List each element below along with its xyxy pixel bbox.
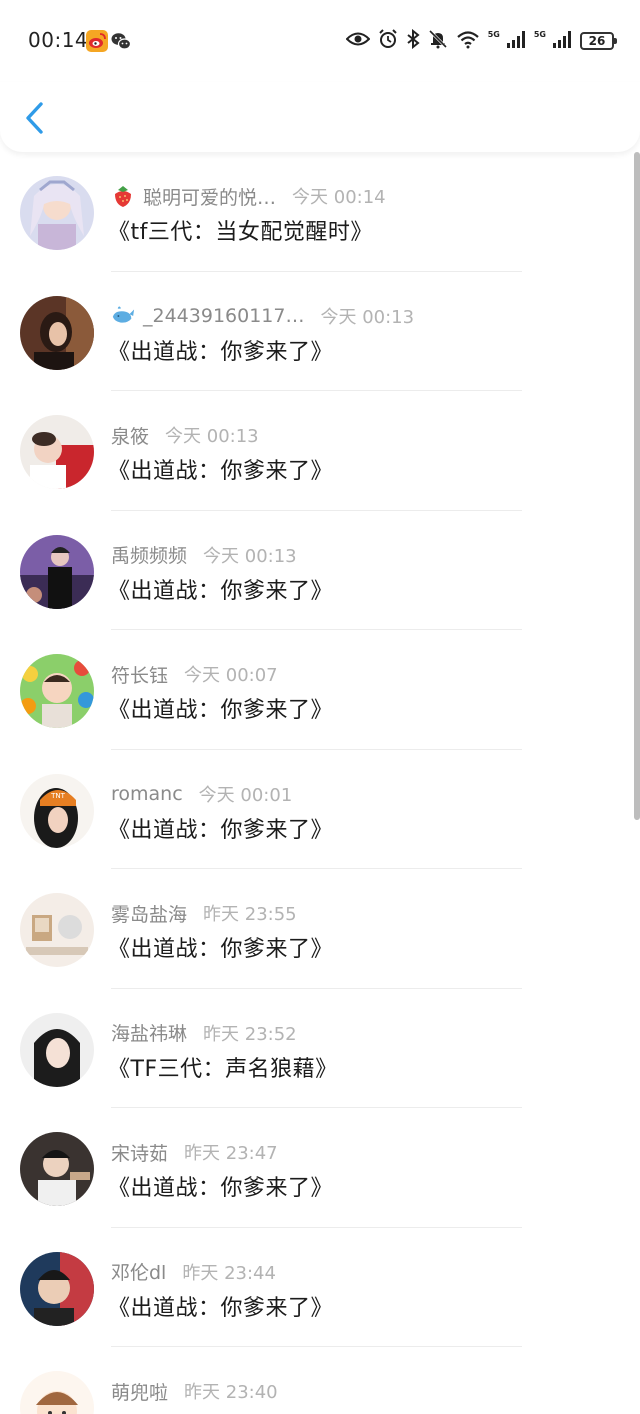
chevron-left-icon (26, 102, 43, 134)
item-meta: 符长钰 今天 00:07 (111, 659, 278, 689)
battery-level: 26 (588, 34, 606, 48)
timestamp: 今天 00:13 (203, 545, 297, 567)
item-meta: 宋诗茹 昨天 23:47 (111, 1137, 278, 1167)
avatar[interactable] (20, 415, 94, 489)
item-meta: 泉筱 今天 00:13 (111, 420, 259, 450)
timestamp: 昨天 23:47 (184, 1143, 278, 1164)
book-title[interactable]: 《出道战：你爹来了》 (108, 453, 333, 485)
user-name[interactable]: 雾岛盐海 (111, 900, 187, 927)
user-name[interactable]: 泉筱 (111, 422, 149, 449)
user-name[interactable]: romanc (111, 783, 183, 805)
list-item[interactable]: 符长钰 今天 00:07 《出道战：你爹来了》 (0, 630, 640, 750)
book-title[interactable]: 《出道战：你爹来了》 (108, 573, 333, 605)
whale-icon (111, 304, 135, 328)
timestamp: 今天 00:07 (184, 665, 278, 686)
avatar[interactable] (20, 176, 94, 250)
wechat-icon (110, 30, 132, 52)
strawberry-icon (111, 184, 135, 208)
user-name[interactable]: 萌兜啦 (111, 1378, 168, 1405)
signal-icon (506, 30, 526, 52)
item-meta: 禹频频频 今天 00:13 (111, 540, 297, 570)
avatar[interactable] (20, 1251, 94, 1326)
wifi-icon (456, 29, 480, 53)
avatar[interactable] (20, 1012, 94, 1087)
timestamp: 今天 00:13 (320, 306, 415, 328)
header (0, 82, 640, 152)
book-title[interactable]: 《tf三代：当女配觉醒时》 (108, 214, 373, 246)
list-item[interactable]: 邓伦dl 昨天 23:44 《出道战：你爹来了》 (0, 1228, 640, 1347)
list-item[interactable]: 禹频频频 今天 00:13 《出道战：你爹来了》 (0, 511, 640, 630)
avatar[interactable]: TNT (20, 773, 94, 848)
item-meta: 聪明可爱的悦… 今天 00:14 (111, 181, 386, 211)
item-meta: romanc 今天 00:01 (111, 779, 292, 809)
list-item[interactable]: 聪明可爱的悦… 今天 00:14 《tf三代：当女配觉醒时》 (0, 152, 640, 272)
eye-icon (345, 31, 371, 51)
timestamp: 昨天 23:55 (203, 904, 297, 925)
status-icons: 5G 5G 26 (345, 28, 617, 54)
signal-icon (552, 30, 572, 52)
item-meta: 萌兜啦 昨天 23:40 (111, 1376, 278, 1406)
timestamp: 今天 00:01 (198, 784, 293, 806)
svg-text:TNT: TNT (50, 792, 66, 800)
list-item[interactable]: 泉筱 今天 00:13 《出道战：你爹来了》 (0, 391, 640, 511)
reader-list[interactable]: 聪明可爱的悦… 今天 00:14 《tf三代：当女配觉醒时》 _24439160117… (0, 152, 640, 1414)
alarm-icon (378, 29, 398, 53)
book-title[interactable]: 《出道战：你爹来了》 (108, 1290, 333, 1322)
list-item[interactable]: _24439160117… 今天 00:13 《出道战：你爹来了》 (0, 272, 640, 391)
book-title[interactable]: 《出道战：你爹来了》 (108, 692, 333, 724)
timestamp: 昨天 23:40 (184, 1382, 278, 1403)
book-title[interactable]: 《出道战：你爹来了》 (108, 931, 333, 963)
user-name[interactable]: 邓伦dl (111, 1258, 166, 1285)
book-title[interactable]: 《出道战：你爹来了》 (108, 812, 333, 844)
book-title[interactable]: 《出道战：你爹来了》 (108, 334, 333, 366)
avatar[interactable] (20, 534, 94, 609)
status-bar: 00:14 5G 5G 26 (0, 0, 640, 82)
network-type-1: 5G (487, 29, 500, 39)
user-name[interactable]: 符长钰 (111, 661, 168, 688)
avatar[interactable] (20, 295, 94, 370)
weibo-icon (86, 30, 108, 52)
avatar[interactable] (20, 1371, 94, 1414)
battery-icon: 26 (580, 32, 617, 50)
mute-bell-icon (428, 29, 448, 53)
timestamp: 昨天 23:52 (203, 1023, 297, 1045)
item-meta: 海盐祎琳 昨天 23:52 (111, 1018, 297, 1048)
user-name[interactable]: 宋诗茹 (111, 1139, 168, 1166)
scrollbar[interactable] (634, 152, 640, 820)
back-button[interactable] (16, 96, 52, 140)
user-name[interactable]: 聪明可爱的悦… (143, 183, 276, 210)
user-name[interactable]: 禹频频频 (111, 541, 187, 568)
timestamp: 今天 00:13 (165, 426, 259, 447)
item-meta: 雾岛盐海 昨天 23:55 (111, 898, 297, 928)
status-time: 00:14 (28, 28, 89, 52)
timestamp: 昨天 23:44 (182, 1262, 276, 1284)
avatar[interactable] (20, 1132, 94, 1206)
book-title[interactable]: 《出道战：你爹来了》 (108, 1170, 333, 1202)
list-item[interactable]: 海盐祎琳 昨天 23:52 《TF三代：声名狼藉》 (0, 989, 640, 1108)
network-type-2: 5G (533, 29, 546, 39)
avatar[interactable] (20, 654, 94, 728)
list-item[interactable]: 雾岛盐海 昨天 23:55 《出道战：你爹来了》 (0, 869, 640, 989)
list-item[interactable]: TNT romanc 今天 00:01 《出道战：你爹来了》 (0, 750, 640, 869)
book-title[interactable]: 《TF三代：声名狼藉》 (108, 1051, 338, 1083)
avatar[interactable] (20, 893, 94, 967)
user-name[interactable]: _24439160117… (143, 305, 304, 327)
item-meta: 邓伦dl 昨天 23:44 (111, 1257, 276, 1287)
list-item[interactable]: 宋诗茹 昨天 23:47 《出道战：你爹来了》 (0, 1108, 640, 1228)
bluetooth-icon (406, 28, 420, 53)
list-item[interactable]: 萌兜啦 昨天 23:40 (0, 1347, 640, 1414)
item-meta: _24439160117… 今天 00:13 (111, 301, 414, 331)
timestamp: 今天 00:14 (292, 187, 386, 208)
user-name[interactable]: 海盐祎琳 (111, 1019, 187, 1046)
